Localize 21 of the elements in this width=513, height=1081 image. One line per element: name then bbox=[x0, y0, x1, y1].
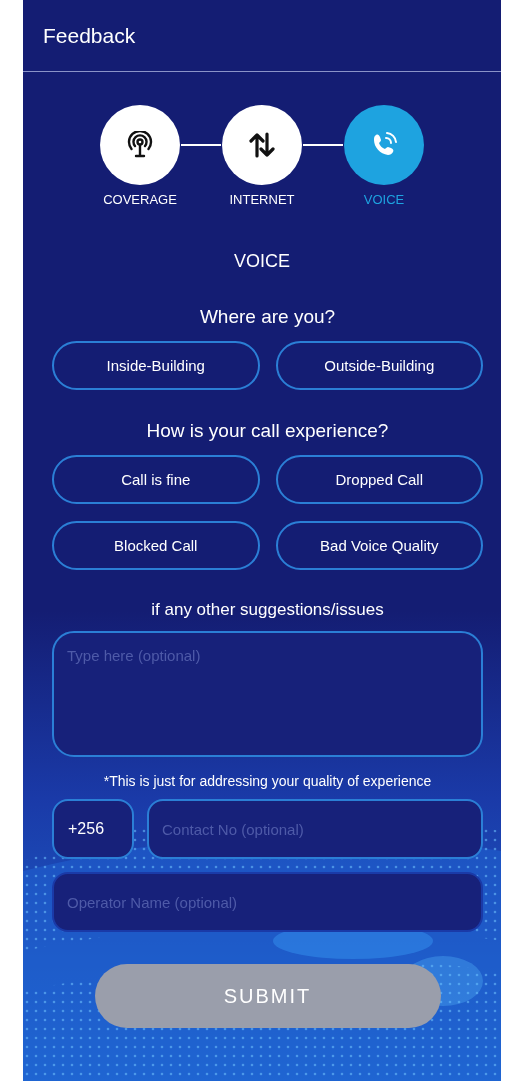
option-button[interactable]: Outside-Building bbox=[275, 341, 483, 390]
option-button[interactable]: Bad Voice Quality bbox=[275, 521, 483, 570]
option-button[interactable]: Inside-Building bbox=[52, 341, 260, 390]
option-button[interactable]: Blocked Call bbox=[52, 521, 260, 570]
step-label: VOICE bbox=[363, 192, 405, 207]
question-label: Where are you? bbox=[198, 306, 337, 328]
note-text: *This is just for addressing your quality of experience bbox=[102, 773, 433, 789]
header-title: Feedback bbox=[43, 24, 136, 47]
step-label: INTERNET bbox=[229, 192, 295, 207]
question-label: How is your call experience? bbox=[145, 420, 390, 442]
option-button[interactable]: Dropped Call bbox=[275, 455, 483, 504]
option-button[interactable]: Call is fine bbox=[52, 455, 260, 504]
section-title: VOICE bbox=[233, 251, 291, 272]
suggestions-field[interactable]: Type here (optional) bbox=[52, 631, 483, 757]
antenna-icon bbox=[127, 131, 153, 159]
up-down-arrows-icon bbox=[248, 131, 276, 159]
country-code-field[interactable]: +256 bbox=[52, 799, 134, 859]
suggestions-label: if any other suggestions/issues bbox=[150, 600, 385, 620]
operator-field[interactable]: Operator Name (optional) bbox=[52, 872, 483, 932]
contact-field[interactable]: Contact No (optional) bbox=[147, 799, 483, 859]
step-label: COVERAGE bbox=[103, 192, 177, 207]
